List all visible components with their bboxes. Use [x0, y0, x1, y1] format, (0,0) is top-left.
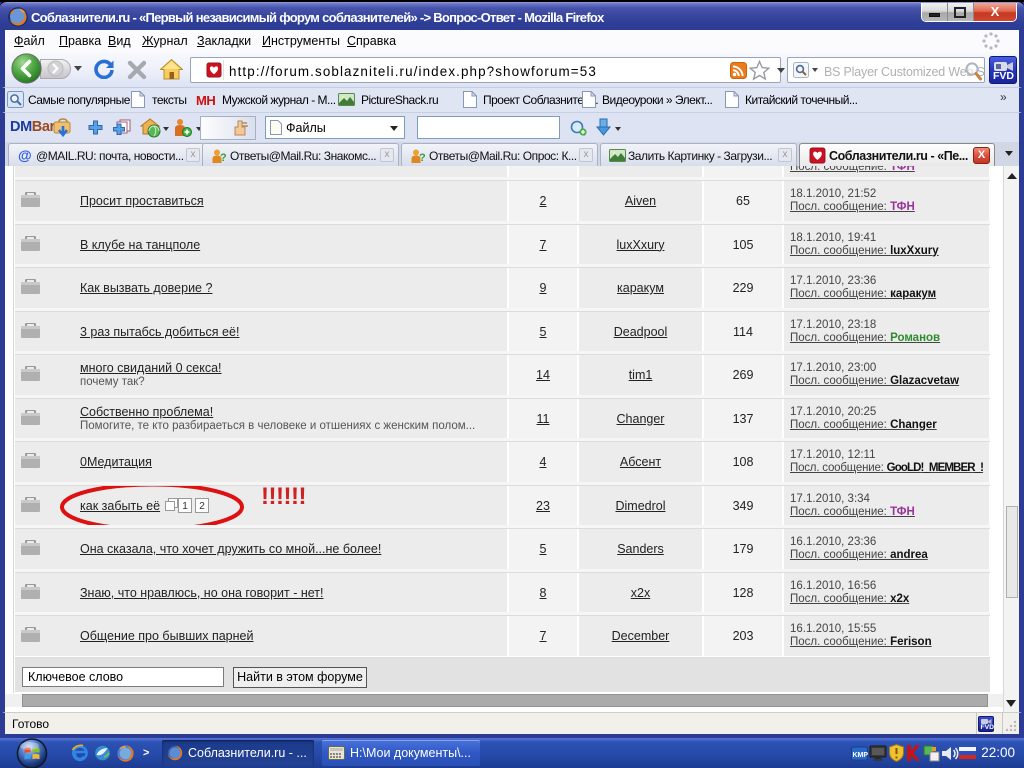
svg-text:?: ?	[220, 152, 227, 164]
svg-text:KMP: KMP	[853, 752, 869, 759]
svg-text:?: ?	[419, 152, 426, 164]
